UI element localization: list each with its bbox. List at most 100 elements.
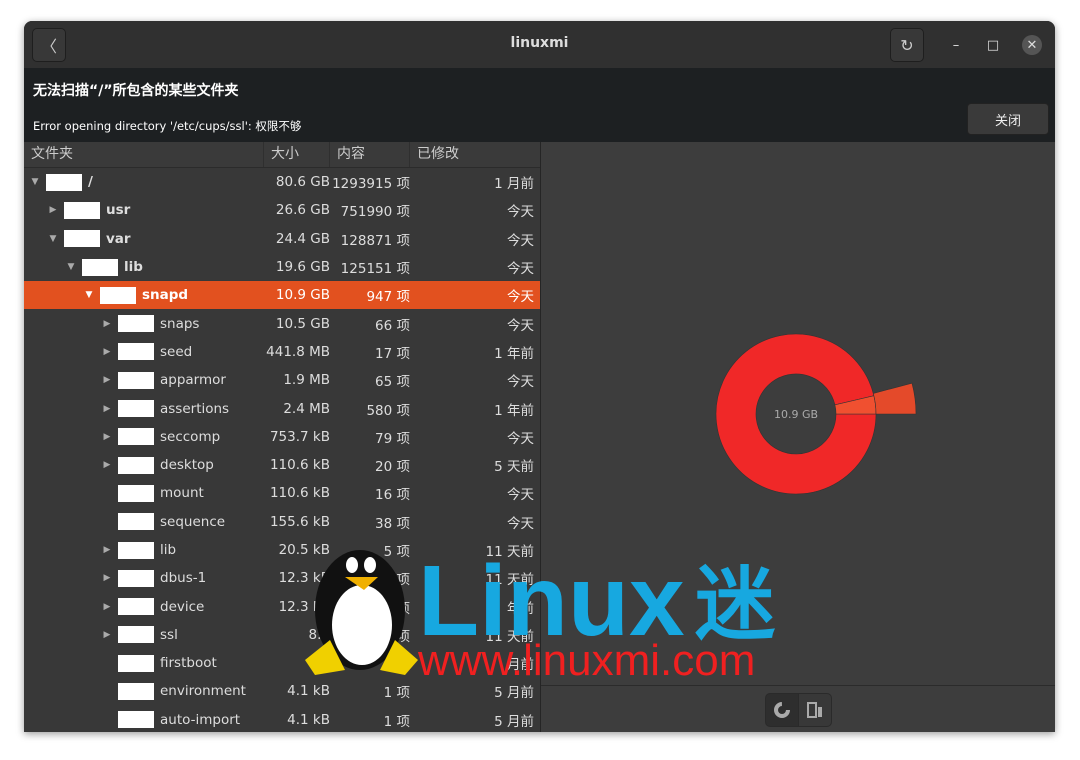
- modified-cell: 今天: [507, 204, 534, 221]
- refresh-button[interactable]: ↻: [890, 28, 924, 62]
- view-switcher: [541, 685, 1055, 732]
- folder-name-cell: ▼ /: [24, 173, 264, 191]
- table-row[interactable]: ▼ var 24.4 GB 128871 项 今天: [24, 225, 540, 253]
- folder-name-cell: ▶ seed: [24, 343, 264, 361]
- contents-cell: 17 项: [375, 345, 410, 362]
- folder-name: lib: [124, 259, 143, 276]
- table-row[interactable]: ▶ desktop 110.6 kB 20 项 5 天前: [24, 451, 540, 479]
- treemap-button[interactable]: [798, 693, 832, 727]
- size-cell: 20.5 kB: [278, 542, 330, 558]
- expander-arrow-icon[interactable]: ▶: [100, 602, 114, 612]
- contents-cell: 751990 项: [340, 204, 410, 221]
- close-window-button[interactable]: ✕: [1022, 35, 1042, 55]
- expanded-arrow-icon[interactable]: ▼: [46, 234, 60, 244]
- folder-name: ssl: [160, 626, 178, 643]
- table-row[interactable]: ▶ apparmor 1.9 MB 65 项 今天: [24, 366, 540, 394]
- size-cell: 110.6 kB: [269, 457, 330, 474]
- folder-name-cell: ▶ dbus-1: [24, 569, 264, 587]
- contents-cell: 5 项: [383, 544, 410, 560]
- folder-name: assertions: [160, 400, 230, 417]
- folder-name-cell: firstboot: [24, 654, 264, 672]
- folder-name-cell: ▶ seccomp: [24, 428, 264, 446]
- table-row[interactable]: environment 4.1 kB 1 项 5 月前: [24, 677, 540, 705]
- size-cell: 12.3 kB: [278, 598, 330, 615]
- minimize-button[interactable]: –: [946, 35, 966, 55]
- maximize-button[interactable]: □: [983, 35, 1003, 55]
- ring-chart-button[interactable]: [765, 693, 799, 727]
- table-row[interactable]: ▶ ssl 8.2 项 11 天前: [24, 621, 540, 649]
- table-row[interactable]: sequence 155.6 kB 38 项 今天: [24, 508, 540, 536]
- folder-name-cell: auto-import: [24, 711, 264, 729]
- redacted-box: [100, 286, 136, 304]
- modified-cell: 11 天前: [485, 572, 534, 589]
- modified-cell: 今天: [507, 430, 534, 447]
- expander-arrow-icon[interactable]: ▶: [100, 573, 114, 583]
- ring-chart[interactable]: 10.9 GB: [541, 142, 1055, 686]
- folder-name-cell: ▶ ssl: [24, 626, 264, 644]
- expander-arrow-icon[interactable]: ▶: [46, 205, 60, 215]
- expanded-arrow-icon[interactable]: ▼: [28, 177, 42, 187]
- close-infobar-button[interactable]: 关闭: [967, 103, 1049, 135]
- column-modified[interactable]: 已修改: [410, 142, 538, 167]
- size-cell: 2.4 MB: [283, 400, 330, 417]
- folder-name-cell: ▼ snapd: [24, 286, 264, 304]
- column-size[interactable]: 大小: [264, 142, 330, 167]
- expander-arrow-icon[interactable]: ▶: [100, 319, 114, 329]
- table-row[interactable]: ▶ seccomp 753.7 kB 79 项 今天: [24, 423, 540, 451]
- folder-name-cell: ▶ snaps: [24, 315, 264, 333]
- folder-name: firstboot: [160, 655, 217, 672]
- table-row[interactable]: ▶ snaps 10.5 GB 66 项 今天: [24, 309, 540, 337]
- table-row[interactable]: ▶ assertions 2.4 MB 580 项 1 年前: [24, 394, 540, 422]
- expander-arrow-icon[interactable]: ▶: [100, 545, 114, 555]
- expander-arrow-icon[interactable]: ▶: [100, 404, 114, 414]
- refresh-icon: ↻: [900, 35, 914, 55]
- expander-arrow-icon[interactable]: ▶: [100, 375, 114, 385]
- table-row[interactable]: mount 110.6 kB 16 项 今天: [24, 479, 540, 507]
- modified-cell: 年前: [507, 600, 534, 617]
- folder-name: seccomp: [160, 428, 221, 445]
- size-cell: 12.3 kB: [278, 570, 330, 587]
- redacted-box: [118, 682, 154, 700]
- folder-name-cell: ▶ usr: [24, 201, 264, 219]
- table-row[interactable]: ▼ snapd 10.9 GB 947 项 今天: [24, 281, 540, 310]
- contents-cell: 项: [396, 600, 411, 617]
- modified-cell: 1 年前: [494, 345, 534, 362]
- modified-cell: 1 月前: [494, 176, 534, 193]
- expander-arrow-icon[interactable]: ▶: [100, 432, 114, 442]
- table-row[interactable]: ▶ usr 26.6 GB 751990 项 今天: [24, 196, 540, 224]
- folder-name-cell: environment: [24, 682, 264, 700]
- table-row[interactable]: ▶ device 12.3 kB 项 年前: [24, 592, 540, 620]
- contents-cell: 3 项: [383, 572, 410, 589]
- contents-cell: 38 项: [375, 515, 410, 532]
- redacted-box: [118, 456, 154, 474]
- column-contents[interactable]: 内容: [330, 142, 410, 167]
- size-cell: 753.7 kB: [269, 428, 330, 445]
- column-folder[interactable]: 文件夹: [24, 142, 264, 167]
- expander-arrow-icon[interactable]: ▶: [100, 630, 114, 640]
- expanded-arrow-icon[interactable]: ▼: [64, 262, 78, 272]
- expanded-arrow-icon[interactable]: ▼: [82, 290, 96, 300]
- table-row[interactable]: ▼ lib 19.6 GB 125151 项 今天: [24, 253, 540, 281]
- redacted-box: [118, 400, 154, 418]
- table-row[interactable]: ▶ dbus-1 12.3 kB 3 项 11 天前: [24, 564, 540, 592]
- column-headers: 文件夹 大小 内容 已修改: [24, 142, 540, 168]
- folder-name: sequence: [160, 513, 226, 530]
- size-cell: 19.6 GB: [275, 259, 330, 276]
- folder-name: device: [160, 598, 205, 615]
- folder-name: usr: [106, 202, 131, 219]
- table-row[interactable]: ▶ seed 441.8 MB 17 项 1 年前: [24, 338, 540, 366]
- redacted-box: [46, 173, 82, 191]
- table-row[interactable]: ▶ lib 20.5 kB 5 项 11 天前: [24, 536, 540, 564]
- folder-name: apparmor: [160, 372, 226, 389]
- size-cell: 80.6 GB: [275, 174, 330, 191]
- contents-cell: 947 项: [366, 289, 410, 306]
- table-row[interactable]: ▼ / 80.6 GB 1293915 项 1 月前: [24, 168, 540, 196]
- table-row[interactable]: auto-import 4.1 kB 1 项 5 月前: [24, 706, 540, 732]
- folder-tree: 文件夹 大小 内容 已修改 ▼ / 80.6 GB 1293915 项 1 月前…: [24, 142, 541, 732]
- expander-arrow-icon[interactable]: ▶: [100, 347, 114, 357]
- table-row[interactable]: firstboot 4.1 月前: [24, 649, 540, 677]
- ring-segment-outer[interactable]: [872, 382, 917, 415]
- expander-arrow-icon[interactable]: ▶: [100, 460, 114, 470]
- redacted-box: [82, 258, 118, 276]
- redacted-box: [64, 201, 100, 219]
